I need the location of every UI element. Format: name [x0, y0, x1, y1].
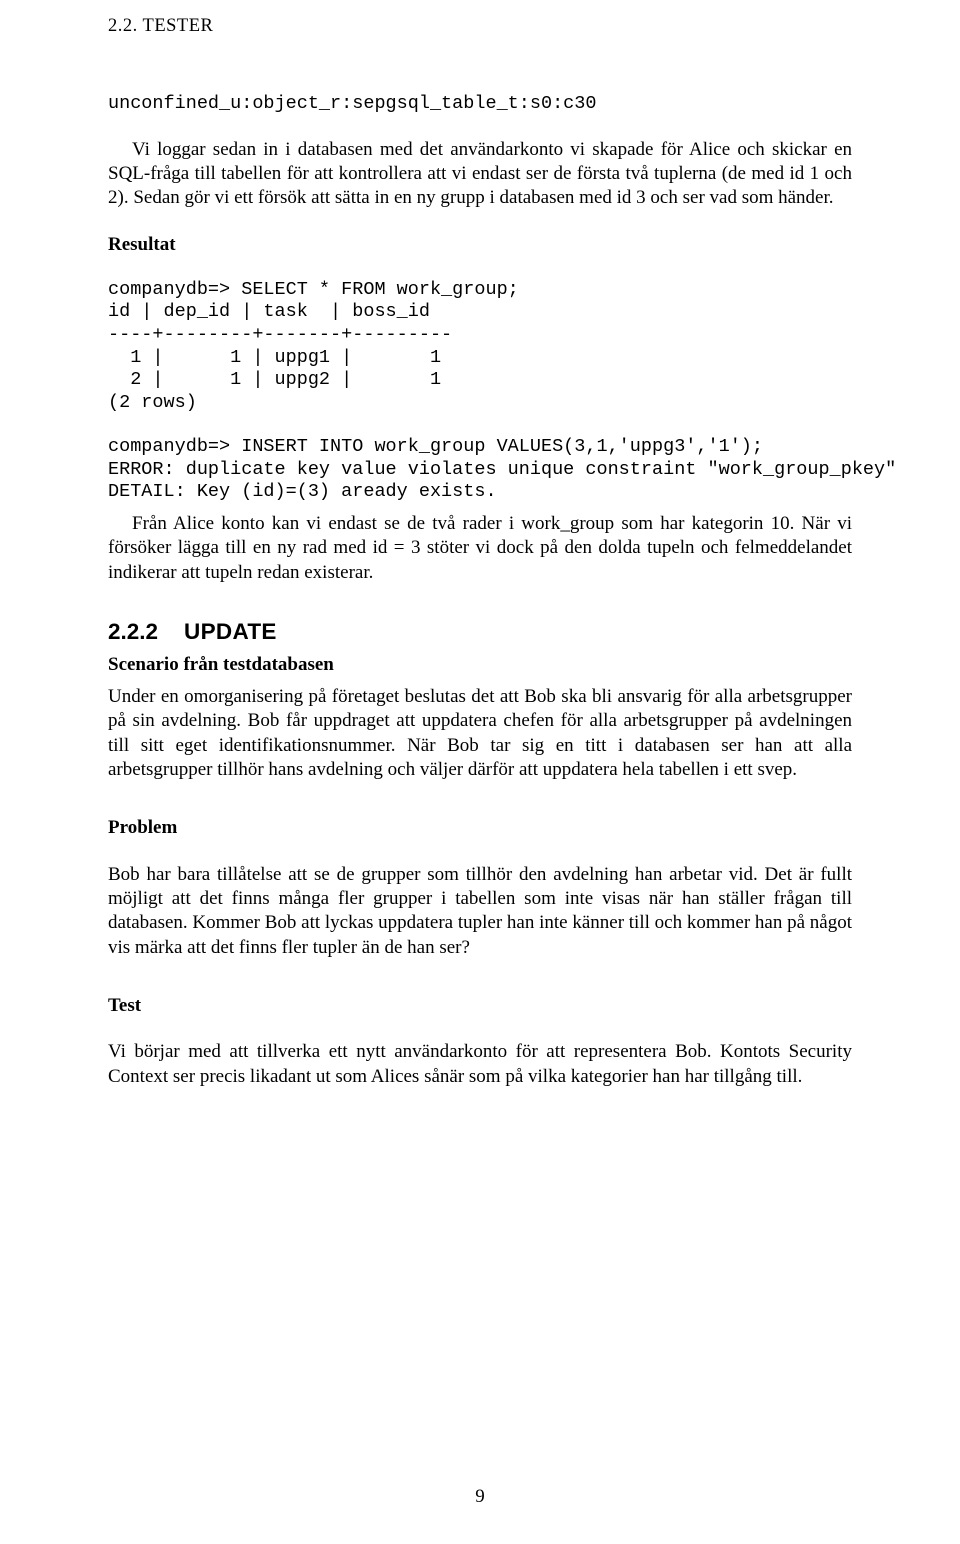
- section-number: 2.2.2: [108, 619, 158, 644]
- section-title: UPDATE: [184, 619, 277, 644]
- heading-scenario: Scenario från testdatabasen: [108, 653, 852, 677]
- code-block-context: unconfined_u:object_r:sepgsql_table_t:s0…: [108, 93, 852, 116]
- heading-test: Test: [108, 994, 852, 1018]
- code-block-select: companydb=> SELECT * FROM work_group; id…: [108, 279, 852, 414]
- paragraph-alice: Från Alice konto kan vi endast se de två…: [108, 512, 852, 585]
- heading-problem: Problem: [108, 816, 852, 840]
- heading-resultat: Resultat: [108, 233, 852, 257]
- paragraph-problem: Bob har bara tillåtelse att se de gruppe…: [108, 863, 852, 960]
- code-block-insert: companydb=> INSERT INTO work_group VALUE…: [108, 436, 852, 504]
- paragraph-test: Vi börjar med att tillverka ett nytt anv…: [108, 1040, 852, 1089]
- paragraph-scenario: Under en omorganisering på företaget bes…: [108, 685, 852, 782]
- section-heading-update: 2.2.2 UPDATE: [108, 619, 852, 645]
- page-header: 2.2. TESTER: [108, 0, 852, 37]
- document-page: 2.2. TESTER unconfined_u:object_r:sepgsq…: [0, 0, 960, 1544]
- page-number: 9: [0, 1486, 960, 1508]
- paragraph-login: Vi loggar sedan in i databasen med det a…: [108, 138, 852, 211]
